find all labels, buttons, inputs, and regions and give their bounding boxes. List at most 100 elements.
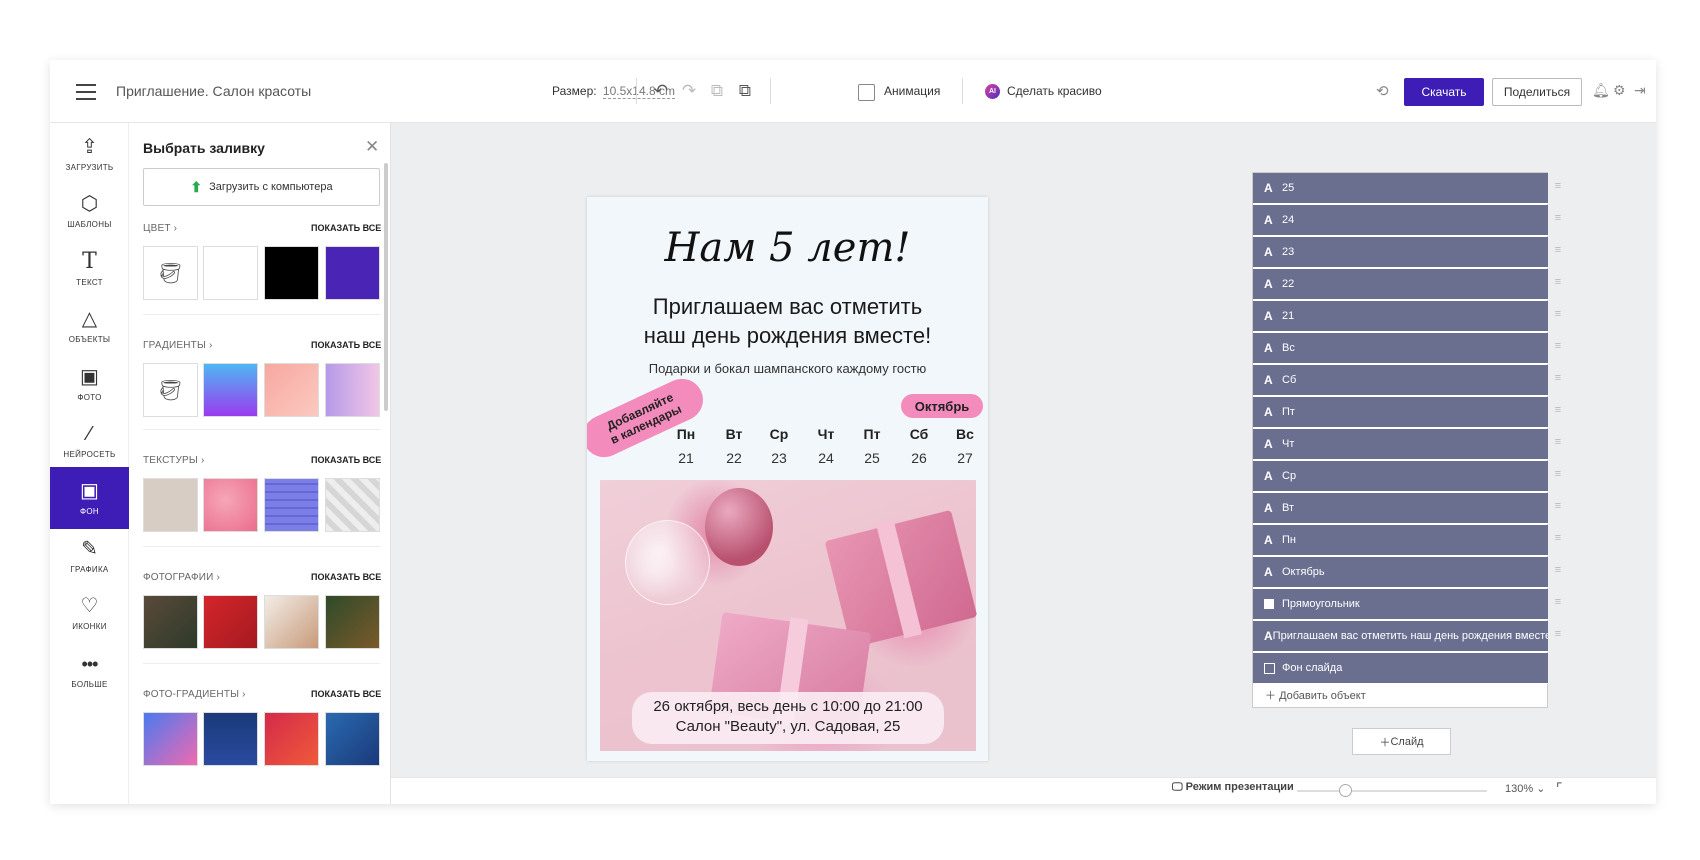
nav-more[interactable]: ••• БОЛЬШЕ	[50, 640, 129, 702]
layer-item[interactable]: A Вт	[1253, 493, 1548, 524]
add-object-button[interactable]: ＋ Добавить объект	[1265, 687, 1366, 703]
texture-swatch-white-pattern[interactable]	[325, 478, 380, 532]
nav-graphics[interactable]: ✎ ГРАФИКА	[50, 525, 129, 587]
gradients-show-all[interactable]: ПОКАЗАТЬ ВСЕ	[311, 340, 381, 350]
day-number[interactable]: 24	[806, 450, 846, 466]
beautify-button[interactable]: Сделать красиво	[1007, 84, 1102, 98]
drag-handle-icon[interactable]: ≡	[1554, 628, 1562, 640]
texture-swatch-pink[interactable]	[203, 478, 258, 532]
share-button[interactable]: Поделиться	[1492, 78, 1582, 106]
layer-item[interactable]: A 25	[1253, 173, 1548, 204]
undo-icon[interactable]: ↶	[650, 80, 672, 102]
nav-upload[interactable]: ⇪ ЗАГРУЗИТЬ	[50, 123, 129, 185]
menu-icon[interactable]	[76, 84, 96, 100]
drag-handle-icon[interactable]: ≡	[1554, 564, 1562, 576]
gear-icon[interactable]: ⚙	[1613, 82, 1626, 99]
texture-swatch-stone[interactable]	[143, 478, 198, 532]
bell-icon[interactable]: 🔔︎	[1592, 82, 1610, 99]
weekday-label[interactable]: Пн	[666, 426, 706, 442]
logout-icon[interactable]: ⇥	[1634, 82, 1646, 99]
presentation-mode-button[interactable]: 🖵︎ Режим презентации	[1172, 781, 1294, 794]
card-subtitle[interactable]: Приглашаем вас отметить наш день рождени…	[587, 292, 988, 350]
color-swatch-white[interactable]	[203, 246, 258, 300]
weekday-label[interactable]: Вт	[714, 426, 754, 442]
paint-bucket-icon[interactable]: 🪣︎	[143, 246, 198, 300]
layer-item[interactable]: A Сб	[1253, 365, 1548, 396]
gifts-photo[interactable]: 26 октября, весь день с 10:00 до 21:00 С…	[600, 480, 978, 751]
weekday-label[interactable]: Чт	[806, 426, 846, 442]
zoom-select[interactable]: 130% ⌄	[1505, 782, 1545, 795]
photo-swatch-4[interactable]	[325, 595, 380, 649]
drag-handle-icon[interactable]: ≡	[1554, 500, 1562, 512]
layer-item[interactable]: A 23	[1253, 237, 1548, 268]
day-number[interactable]: 26	[899, 450, 939, 466]
section-photo-gradients-title[interactable]: ФОТО-ГРАДИЕНТЫ ›	[143, 689, 246, 700]
drag-handle-icon[interactable]: ≡	[1554, 532, 1562, 544]
nav-background[interactable]: ▣ ФОН	[50, 467, 129, 529]
history-icon[interactable]: ⟲	[1376, 82, 1389, 100]
layer-item[interactable]: A Пт	[1253, 397, 1548, 428]
photo-gradient-swatch-3[interactable]	[264, 712, 319, 766]
section-color-title[interactable]: ЦВЕТ ›	[143, 223, 177, 234]
drag-handle-icon[interactable]: ≡	[1554, 404, 1562, 416]
drag-handle-icon[interactable]: ≡	[1554, 276, 1562, 288]
layer-item[interactable]: Фон слайда	[1253, 653, 1548, 684]
color-swatch-black[interactable]	[264, 246, 319, 300]
invitation-slide[interactable]: Нам 5 лет! Приглашаем вас отметить наш д…	[587, 197, 988, 761]
gradient-swatch-lavender[interactable]	[325, 363, 380, 417]
zoom-slider[interactable]	[1297, 790, 1487, 792]
card-gifts-text[interactable]: Подарки и бокал шампанского каждому гост…	[587, 361, 988, 376]
layer-item[interactable]: A Вс	[1253, 333, 1548, 364]
photo-gradient-swatch-4[interactable]	[325, 712, 380, 766]
layer-item[interactable]: A 24	[1253, 205, 1548, 236]
section-textures-title[interactable]: ТЕКСТУРЫ ›	[143, 455, 204, 466]
close-icon[interactable]: ✕	[365, 137, 379, 157]
fit-screen-icon[interactable]: ⌜	[1556, 780, 1563, 797]
drag-handle-icon[interactable]: ≡	[1554, 372, 1562, 384]
day-number[interactable]: 21	[666, 450, 706, 466]
photos-show-all[interactable]: ПОКАЗАТЬ ВСЕ	[311, 572, 381, 582]
drag-handle-icon[interactable]: ≡	[1554, 308, 1562, 320]
day-number[interactable]: 23	[759, 450, 799, 466]
layer-item[interactable]: A Октябрь	[1253, 557, 1548, 588]
day-number[interactable]: 27	[945, 450, 985, 466]
drag-handle-icon[interactable]: ≡	[1554, 244, 1562, 256]
gradient-swatch-blue-purple[interactable]	[203, 363, 258, 417]
nav-templates[interactable]: ⬡ ШАБЛОНЫ	[50, 180, 129, 242]
color-show-all[interactable]: ПОКАЗАТЬ ВСЕ	[311, 223, 381, 233]
animation-checkbox[interactable]	[858, 84, 875, 101]
layer-item[interactable]: A Чт	[1253, 429, 1548, 460]
redo-icon[interactable]: ↷	[678, 80, 700, 102]
section-gradients-title[interactable]: ГРАДИЕНТЫ ›	[143, 340, 213, 351]
photo-swatch-2[interactable]	[203, 595, 258, 649]
nav-text[interactable]: T ТЕКСТ	[50, 238, 129, 300]
paint-bucket-icon[interactable]: 🪣︎	[143, 363, 198, 417]
document-title[interactable]: Приглашение. Салон красоты	[116, 83, 311, 99]
layer-item[interactable]: Прямоугольник	[1253, 589, 1548, 620]
layer-item[interactable]: A 22	[1253, 269, 1548, 300]
download-button[interactable]: Скачать	[1404, 78, 1484, 106]
day-number[interactable]: 25	[852, 450, 892, 466]
month-badge[interactable]: Октябрь	[901, 394, 983, 418]
layer-item[interactable]: A Пн	[1253, 525, 1548, 556]
drag-handle-icon[interactable]: ≡	[1554, 436, 1562, 448]
textures-show-all[interactable]: ПОКАЗАТЬ ВСЕ	[311, 455, 381, 465]
drag-handle-icon[interactable]: ≡	[1554, 180, 1562, 192]
nav-photo[interactable]: ▣ ФОТО	[50, 353, 129, 415]
event-details-box[interactable]: 26 октября, весь день с 10:00 до 21:00 С…	[632, 692, 944, 744]
layer-item[interactable]: A Приглашаем вас отметить наш день рожден…	[1253, 621, 1548, 652]
drag-handle-icon[interactable]: ≡	[1554, 596, 1562, 608]
photo-swatch-1[interactable]	[143, 595, 198, 649]
photo-gradient-swatch-1[interactable]	[143, 712, 198, 766]
photo-gradient-swatch-2[interactable]	[203, 712, 258, 766]
weekday-label[interactable]: Сб	[899, 426, 939, 442]
nav-neural[interactable]: ⁄ НЕЙРОСЕТЬ	[50, 410, 129, 472]
gradient-swatch-peach[interactable]	[264, 363, 319, 417]
copy-icon[interactable]: ⧉	[706, 80, 728, 102]
drag-handle-icon[interactable]: ≡	[1554, 340, 1562, 352]
drag-handle-icon[interactable]: ≡	[1554, 212, 1562, 224]
weekday-label[interactable]: Пт	[852, 426, 892, 442]
card-headline[interactable]: Нам 5 лет!	[587, 225, 988, 271]
photo-gradients-show-all[interactable]: ПОКАЗАТЬ ВСЕ	[311, 689, 381, 699]
add-slide-button[interactable]: ＋ Слайд	[1352, 728, 1451, 755]
